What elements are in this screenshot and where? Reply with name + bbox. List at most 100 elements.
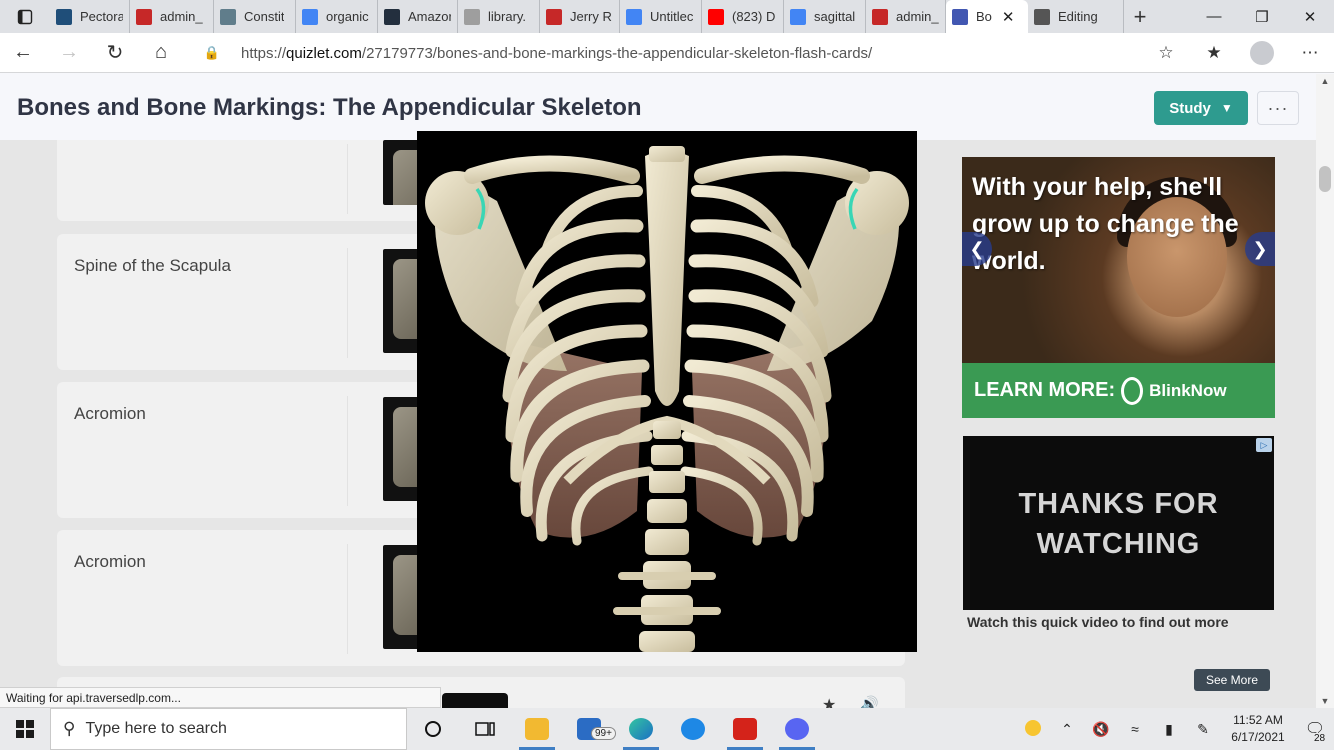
weather-icon[interactable] <box>1016 719 1050 739</box>
close-window-button[interactable]: ✕ <box>1286 0 1334 33</box>
edge-button[interactable] <box>615 708 667 750</box>
restore-button[interactable]: ❐ <box>1238 0 1286 33</box>
scrollbar-thumb[interactable] <box>1319 166 1331 192</box>
page-favicon-icon <box>464 8 480 25</box>
taskbar-search-input[interactable]: ⚲ Type here to search <box>50 708 407 750</box>
enlarged-card-image[interactable] <box>417 131 917 652</box>
favorites-icon[interactable]: ★ <box>1190 33 1238 73</box>
profile-button[interactable] <box>1238 33 1286 73</box>
study-button[interactable]: Study ▼ <box>1154 91 1248 125</box>
forward-button[interactable]: → <box>46 33 92 73</box>
volume-muted-icon[interactable]: 🔇 <box>1084 721 1118 738</box>
tab-title: admin_ <box>896 9 939 24</box>
scroll-down-icon[interactable]: ▼ <box>1316 696 1334 706</box>
discord-icon <box>785 718 809 740</box>
tab-title: admin_ <box>160 9 203 24</box>
browser-tab[interactable]: Amazor <box>378 0 458 33</box>
browser-tab[interactable]: Pectora <box>50 0 130 33</box>
add-favorite-icon[interactable]: ☆ <box>1142 33 1190 73</box>
card-term: Spine of the Scapula <box>74 256 231 275</box>
ad-headline: With your help, she'll grow up to change… <box>972 173 1239 275</box>
tab-title: sagittal <box>814 9 856 24</box>
card-divider <box>347 544 348 654</box>
ad-video-text: THANKS FOR WATCHING <box>1018 488 1219 560</box>
study-label: Study <box>1169 99 1211 117</box>
windows-logo-icon <box>16 720 34 738</box>
battery-icon[interactable]: ▮ <box>1152 721 1186 738</box>
file-explorer-button[interactable] <box>511 708 563 750</box>
notification-count: 28 <box>1312 733 1328 744</box>
new-tab-button[interactable]: + <box>1124 0 1156 33</box>
card-term: Acromion <box>74 552 146 571</box>
tab-actions-button[interactable] <box>0 0 50 33</box>
show-hidden-icons-chevron-icon[interactable]: ⌃ <box>1050 721 1084 738</box>
card-divider <box>347 144 348 214</box>
folder-icon <box>525 718 549 740</box>
back-button[interactable]: ← <box>0 33 46 73</box>
card-divider <box>347 396 348 506</box>
ad-cta-text: LEARN MORE: <box>974 379 1116 401</box>
browser-tab[interactable]: admin_ <box>130 0 214 33</box>
wifi-icon[interactable]: ≈ <box>1118 721 1152 737</box>
browser-tab[interactable]: (823) D <box>702 0 784 33</box>
cortana-button[interactable] <box>407 708 459 750</box>
window-controls: — ❐ ✕ <box>1190 0 1334 33</box>
tab-title: Amazor <box>408 9 451 24</box>
browser-tab[interactable]: admin_ <box>866 0 946 33</box>
card-image-thumbnail[interactable] <box>442 693 508 708</box>
minimize-button[interactable]: — <box>1190 0 1238 33</box>
settings-more-icon[interactable]: ⋯ <box>1286 33 1334 73</box>
scroll-up-icon[interactable]: ▲ <box>1316 76 1334 86</box>
discord-button[interactable] <box>771 708 823 750</box>
tab-title: library. <box>488 9 527 24</box>
card-divider <box>347 248 348 358</box>
pdf-favicon-icon <box>872 8 888 25</box>
pdf-icon <box>733 718 757 740</box>
close-tab-icon[interactable]: ✕ <box>1002 8 1015 26</box>
donation-ad[interactable]: With your help, she'll grow up to change… <box>962 157 1275 418</box>
task-view-button[interactable] <box>459 708 511 750</box>
cortana-icon <box>425 721 441 737</box>
audio-icon[interactable]: 🔊 <box>860 695 879 708</box>
ad-cta-band[interactable]: LEARN MORE: BlinkNow <box>962 363 1275 418</box>
browser-tab[interactable]: organic <box>296 0 378 33</box>
refresh-button[interactable]: ↻ <box>92 33 138 73</box>
browser-tab[interactable]: sagittal <box>784 0 866 33</box>
address-bar[interactable]: 🔒 https://quizlet.com/27179773/bones-and… <box>197 38 1179 68</box>
tab-title: (823) D <box>732 9 776 24</box>
carousel-next-button[interactable]: ❯ <box>1245 232 1275 266</box>
see-more-button[interactable]: See More <box>1194 669 1270 691</box>
clock-date: 6/17/2021 <box>1231 730 1285 744</box>
mail-button[interactable]: 99+ <box>563 708 616 750</box>
mail-count-badge: 99+ <box>591 727 616 740</box>
ad-video-player[interactable]: THANKS FOR WATCHING ▷ <box>963 436 1274 610</box>
blinknow-logo-icon <box>1121 376 1144 405</box>
tab-title: Jerry R <box>570 9 612 24</box>
browser-tab[interactable]: Untitlec <box>620 0 702 33</box>
star-icon[interactable]: ★ <box>822 695 836 708</box>
browser-tab[interactable]: Bo ✕ <box>946 0 1028 33</box>
pen-icon[interactable]: ✎ <box>1186 721 1220 738</box>
google-favicon-icon <box>302 8 318 25</box>
browser-tab[interactable]: library. <box>458 0 540 33</box>
amazon-favicon-icon <box>384 8 400 25</box>
home-button[interactable]: ⌂ <box>138 33 184 73</box>
notification-center-button[interactable]: 🗨 28 <box>1296 719 1334 744</box>
browser-toolbar: ← → ↻ ⌂ 🔒 https://quizlet.com/27179773/b… <box>0 33 1334 73</box>
adchoices-icon[interactable]: ▷ <box>1256 438 1272 452</box>
page-scrollbar[interactable]: ▲ ▼ <box>1316 74 1334 708</box>
start-button[interactable] <box>0 708 50 750</box>
app-icon <box>681 718 705 740</box>
app-button[interactable] <box>667 708 719 750</box>
browser-tab[interactable]: Editing <box>1028 0 1124 33</box>
clock[interactable]: 11:52 AM 6/17/2021 <box>1220 712 1296 746</box>
edit-favicon-icon <box>1034 8 1050 25</box>
browser-tab[interactable]: Constit <box>214 0 296 33</box>
acrobat-button[interactable] <box>719 708 771 750</box>
url-text: https://quizlet.com/27179773/bones-and-b… <box>241 44 873 62</box>
pdf-favicon-icon <box>136 8 152 25</box>
browser-tab[interactable]: Jerry R <box>540 0 620 33</box>
more-options-button[interactable]: ··· <box>1257 91 1299 125</box>
video-ad[interactable]: THANKS FOR WATCHING ▷ Watch this quick v… <box>963 436 1274 694</box>
docs-favicon-icon <box>626 8 642 25</box>
